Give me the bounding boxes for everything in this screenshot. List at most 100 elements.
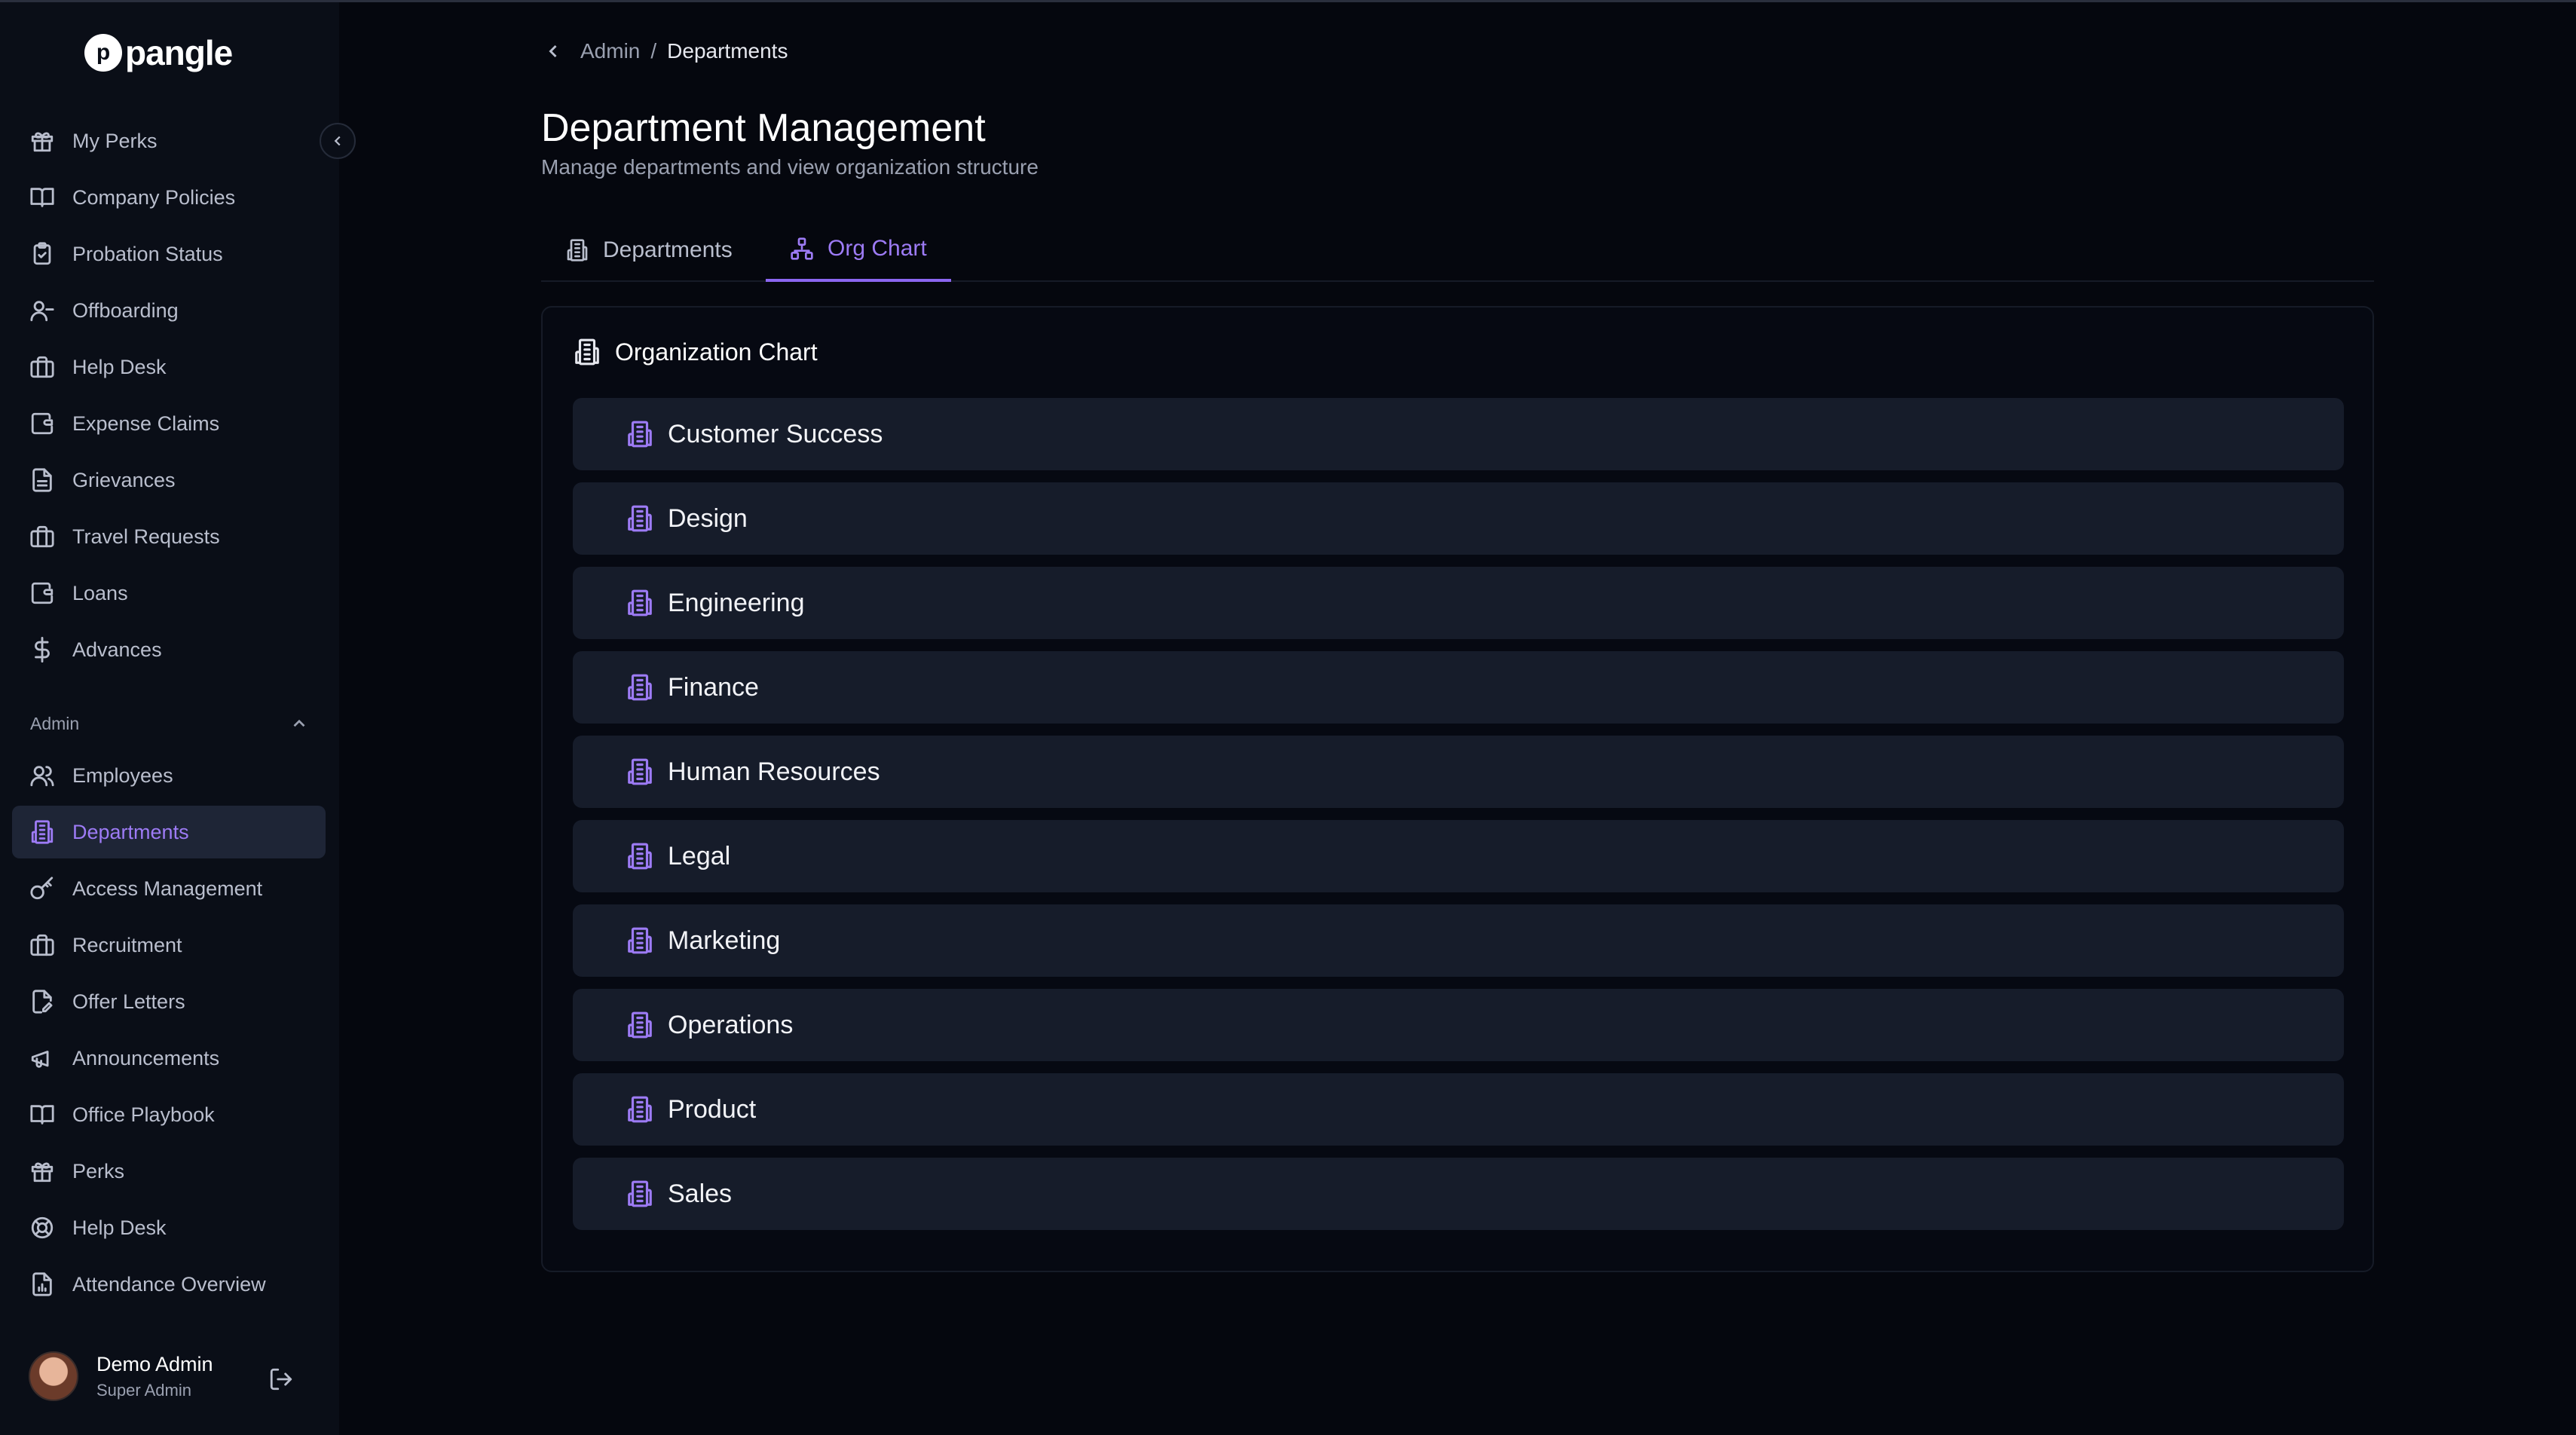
department-name: Operations [668, 1010, 794, 1039]
sidebar-item-label: Perks [72, 1159, 125, 1183]
sidebar-item-recruitment[interactable]: Recruitment [12, 919, 326, 971]
chevron-left-icon[interactable] [543, 41, 564, 62]
department-row-finance[interactable]: Finance [573, 651, 2344, 724]
department-name: Customer Success [668, 419, 883, 448]
department-row-operations[interactable]: Operations [573, 989, 2344, 1061]
department-name: Engineering [668, 588, 805, 617]
sidebar-item-access-management[interactable]: Access Management [12, 862, 326, 915]
sidebar-item-label: Employees [72, 763, 173, 787]
department-name: Product [668, 1094, 757, 1124]
sidebar-item-label: Probation Status [72, 242, 223, 265]
org-chart-card: Organization Chart Customer Success Desi… [541, 306, 2374, 1272]
user-name: Demo Admin [96, 1352, 213, 1375]
file-edit-icon [29, 988, 56, 1015]
sidebar-item-label: Departments [72, 820, 189, 843]
user-role: Super Admin [96, 1380, 191, 1400]
department-name: Design [668, 503, 748, 533]
sidebar-item-label: Help Desk [72, 355, 167, 378]
org-chart-header: Organization Chart [573, 338, 818, 366]
building-icon [628, 1096, 652, 1123]
app-logo[interactable]: p pangle [84, 32, 233, 73]
clipboard-check-icon [29, 240, 56, 268]
department-row-engineering[interactable]: Engineering [573, 567, 2344, 639]
breadcrumb: Admin / Departments [543, 39, 788, 63]
building-icon [628, 927, 652, 954]
sidebar: p pangle My Perks Company Policies Proba… [0, 2, 339, 1435]
department-name: Sales [668, 1179, 733, 1208]
sidebar-item-label: Grievances [72, 468, 176, 491]
department-row-legal[interactable]: Legal [573, 820, 2344, 892]
sidebar-item-label: Expense Claims [72, 412, 220, 435]
sidebar-item-label: Offer Letters [72, 990, 185, 1013]
department-row-sales[interactable]: Sales [573, 1158, 2344, 1230]
collapse-sidebar-button[interactable] [320, 123, 356, 159]
file-text-icon [29, 467, 56, 494]
sidebar-item-employees[interactable]: Employees [12, 749, 326, 802]
sidebar-item-announcements[interactable]: Announcements [12, 1032, 326, 1085]
tab-departments[interactable]: Departments [541, 219, 757, 282]
sidebar-item-label: Announcements [72, 1046, 220, 1069]
wallet-icon [29, 410, 56, 437]
department-list: Customer Success Design Engineering Fina… [573, 398, 2344, 1242]
sidebar-item-help-desk[interactable]: Help Desk [12, 341, 326, 393]
sidebar-item-travel-requests[interactable]: Travel Requests [12, 510, 326, 563]
department-row-customer-success[interactable]: Customer Success [573, 398, 2344, 470]
building-icon [628, 1180, 652, 1207]
sidebar-item-label: Office Playbook [72, 1103, 215, 1126]
building-icon [575, 338, 599, 366]
gift-icon [29, 1158, 56, 1185]
top-border [0, 0, 2576, 2]
breadcrumb-current: Departments [667, 39, 788, 63]
sidebar-item-help-desk-admin[interactable]: Help Desk [12, 1201, 326, 1254]
building-icon [628, 758, 652, 785]
sidebar-item-offboarding[interactable]: Offboarding [12, 284, 326, 337]
department-row-design[interactable]: Design [573, 482, 2344, 555]
sidebar-item-label: Travel Requests [72, 525, 220, 548]
tab-org-chart[interactable]: Org Chart [766, 219, 951, 282]
breadcrumb-separator: / [650, 39, 657, 63]
building-icon [567, 239, 588, 262]
briefcase-icon [29, 353, 56, 381]
building-icon [628, 674, 652, 701]
sidebar-item-probation-status[interactable]: Probation Status [12, 228, 326, 280]
sidebar-item-office-playbook[interactable]: Office Playbook [12, 1088, 326, 1141]
sidebar-item-advances[interactable]: Advances [12, 623, 326, 676]
department-row-human-resources[interactable]: Human Resources [573, 736, 2344, 808]
building-icon [628, 505, 652, 532]
file-chart-icon [29, 1271, 56, 1298]
sidebar-item-label: Advances [72, 638, 162, 661]
tab-bar: Departments Org Chart [541, 219, 2374, 282]
sidebar-item-label: Offboarding [72, 298, 179, 322]
logout-icon[interactable] [268, 1366, 295, 1394]
briefcase-icon [29, 932, 56, 959]
book-icon [29, 1101, 56, 1128]
chevron-up-icon[interactable] [289, 714, 309, 733]
sidebar-item-grievances[interactable]: Grievances [12, 454, 326, 506]
sidebar-item-label: Help Desk [72, 1216, 167, 1239]
sidebar-item-offer-letters[interactable]: Offer Letters [12, 975, 326, 1028]
sidebar-item-company-policies[interactable]: Company Policies [12, 171, 326, 224]
dollar-icon [29, 636, 56, 663]
life-buoy-icon [29, 1214, 56, 1241]
sidebar-item-attendance-overview[interactable]: Attendance Overview [12, 1258, 326, 1311]
org-chart-icon [791, 237, 813, 260]
sidebar-item-loans[interactable]: Loans [12, 567, 326, 620]
sidebar-item-departments[interactable]: Departments [12, 806, 326, 858]
chevron-left-icon [334, 136, 341, 146]
megaphone-icon [29, 1045, 56, 1072]
sidebar-item-label: Access Management [72, 877, 263, 900]
building-icon [628, 421, 652, 448]
user-profile[interactable]: Demo Admin Super Admin [29, 1351, 213, 1401]
breadcrumb-parent[interactable]: Admin [580, 39, 640, 63]
sidebar-item-expense-claims[interactable]: Expense Claims [12, 397, 326, 450]
logo-mark-icon: p [84, 34, 122, 72]
department-row-product[interactable]: Product [573, 1073, 2344, 1146]
sidebar-item-perks[interactable]: Perks [12, 1145, 326, 1198]
sidebar-item-my-perks[interactable]: My Perks [12, 115, 326, 167]
department-row-marketing[interactable]: Marketing [573, 904, 2344, 977]
admin-section-label: Admin [30, 714, 80, 733]
sidebar-item-label: Company Policies [72, 185, 236, 209]
department-name: Legal [668, 841, 731, 870]
avatar [29, 1351, 78, 1401]
building-icon [628, 1011, 652, 1039]
